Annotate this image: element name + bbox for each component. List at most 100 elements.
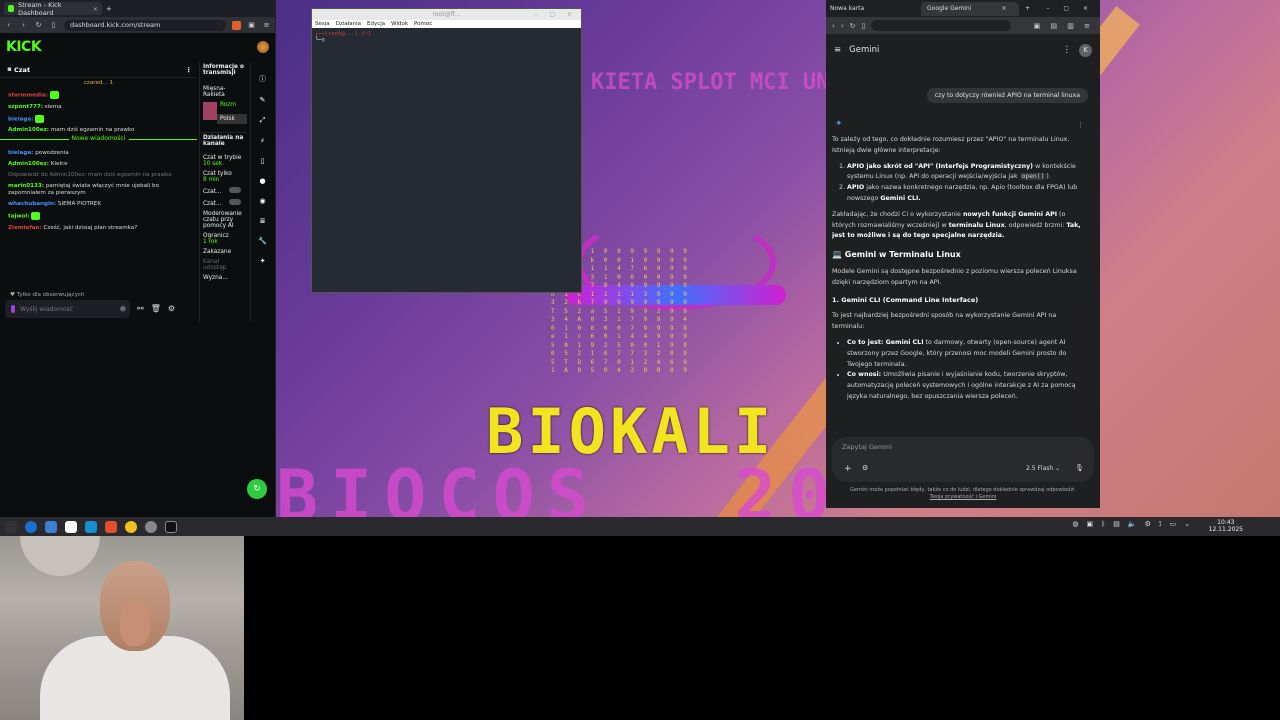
chat-options-icon[interactable]: ⋮ [186,66,193,74]
network-icon[interactable]: ◍ [1072,520,1078,529]
limit-item[interactable]: Ogranicz 1 rok [200,231,247,247]
response-options-icon[interactable]: ⋮ [1077,121,1084,129]
hamburger-icon[interactable]: ≡ [834,45,841,55]
toolbar-icons[interactable]: ▣ ▤ ▥ ≡ [1034,22,1094,30]
terminal-window[interactable]: root@ff... – ▢ × Sesja Działania Edycja … [311,8,582,293]
info-icon[interactable]: ⓘ [251,74,274,84]
emote-mode-toggle[interactable]: Czat... [200,185,247,197]
terminal-prompt[interactable]: ┌──(root@...)-[~] └─▯ [312,28,581,46]
chat-bubble-icon[interactable]: ● [251,177,274,185]
start-menu-icon[interactable] [5,520,17,533]
menu-actions[interactable]: Działania [336,21,361,27]
new-tab-button[interactable]: + [106,5,112,13]
close-tab-icon[interactable]: × [1001,5,1006,12]
chat-username[interactable]: stormmedia: [8,93,48,99]
back-icon[interactable]: ‹ [832,22,835,30]
reload-icon[interactable]: ↻ [34,21,43,30]
chat-username[interactable]: tajwol: [8,214,30,220]
list-icon[interactable]: ≣ [251,217,274,225]
tools-icon[interactable]: ⚙ [862,464,868,472]
chat-username[interactable]: Ziemiefan: [8,225,42,231]
chat-message[interactable]: whachubangin: SIEMA PIOTREK [0,199,197,210]
toggle-switch[interactable] [229,199,242,205]
forward-icon[interactable]: › [19,21,28,30]
tab-google-gemini[interactable]: Google Gemini × [921,1,1019,16]
sub-mode-toggle[interactable]: Czat... [200,197,247,209]
chat-message[interactable]: stormmedia: [0,89,197,102]
chat-message[interactable]: Odpowiedź do Admin100ez: mam dziś egzami… [0,170,197,181]
model-selector[interactable]: 2.5 Flash ⌄ [1026,465,1060,472]
window-controls[interactable]: – ▢ × [534,11,577,18]
terminal-titlebar[interactable]: root@ff... – ▢ × [312,9,581,20]
menu-edit[interactable]: Edycja [367,21,385,27]
privacy-link[interactable]: Twoja prywatność i Gemini [826,494,1100,501]
brave-shield-icon[interactable] [232,20,241,30]
phone-icon[interactable]: ▯ [251,157,274,165]
menu-view[interactable]: Widok [391,21,408,27]
wrench-icon[interactable]: 🔧 [251,237,274,245]
clipboard-icon[interactable]: ▤ [1113,520,1120,529]
trash-icon[interactable]: 🗑 [151,304,161,313]
forward-icon[interactable]: › [841,22,844,30]
followers-mode-item[interactable]: Czat tylko 8 min [200,169,247,185]
close-tab-icon[interactable]: × [93,5,98,13]
expand-icon[interactable]: ⤢ [251,116,274,125]
address-bar[interactable]: dashboard.kick.com/stream [64,19,226,31]
settings-icon[interactable]: ⚙ [168,304,175,313]
tab-kick-dashboard[interactable]: Stream - Kick Dashboard × [4,1,102,17]
avatar[interactable] [257,40,269,53]
window-controls[interactable]: – ▢ × [1046,5,1094,12]
links-icon[interactable]: ⚯ [137,304,144,313]
chevron-down-icon[interactable]: ⌄ [1184,520,1190,529]
mic-icon[interactable]: 🎙 [1075,464,1084,472]
language-tag[interactable]: Polsk [217,114,247,124]
chat-username[interactable]: bielaga: [8,116,33,122]
extensions-icon[interactable]: ▣ [247,21,256,30]
highlight-item[interactable]: Wyzna... [200,273,247,283]
chat-message[interactable]: szpont777: siema [0,102,197,113]
chat-input[interactable]: Wyślij wiadomość ☻ [5,300,130,318]
clock[interactable]: 10:43 12.11.2025 [1209,519,1243,533]
kick-logo[interactable]: KICK [6,39,42,55]
emoji-icon[interactable]: ☻ [120,306,126,313]
toggle-switch[interactable] [229,187,242,193]
back-icon[interactable]: ‹ [4,21,13,30]
bookmark-icon[interactable]: ▯ [49,21,58,30]
chat-message[interactable]: tajwol: [0,210,197,223]
volume-icon[interactable]: 🔈 [1128,520,1137,529]
record-icon[interactable]: ▣ [1086,520,1093,529]
chat-username[interactable]: Admin100ez: [8,127,49,133]
bolt-icon[interactable]: ⚡ [251,137,274,145]
brave-icon[interactable] [105,520,117,533]
chat-username[interactable]: bielaga: [8,150,33,156]
chat-message[interactable]: bielaga: powodzenia [0,148,197,159]
broadcast-icon[interactable]: ◉ [251,197,274,205]
bookmark-icon[interactable]: ▯ [862,22,866,30]
terminal-icon[interactable] [165,520,177,533]
address-bar[interactable] [871,20,1012,31]
chat-message[interactable]: bielaga: [0,113,197,126]
new-tab-button[interactable]: + [1025,5,1030,12]
puzzle-icon[interactable]: ✦ [251,257,274,265]
account-avatar[interactable]: K [1079,43,1092,57]
wifi-icon[interactable]: ⟟ [1159,520,1162,529]
chat-username[interactable]: szpont777: [8,104,43,110]
more-options-icon[interactable]: ⋮ [1063,45,1072,55]
slow-mode-item[interactable]: Czat w trybie 10 sek. [200,153,247,169]
menu-help[interactable]: Pomoc [414,21,432,27]
kali-dragon-icon[interactable] [85,520,97,533]
pinned-message[interactable]: czared... 1 [0,78,197,89]
prompt-input[interactable]: Zapytaj Gemini + ⚙ 2.5 Flash ⌄ 🎙 [832,437,1094,482]
tab-new-tab[interactable]: Nowa karta [830,5,915,12]
edit-icon[interactable]: ✎ [251,96,274,104]
settings-gear-icon[interactable] [145,520,157,533]
folder-icon[interactable] [65,520,77,533]
chat-message[interactable]: Admin100ez: Kiełce [0,159,197,170]
banned-item[interactable]: Zakazane [200,247,247,257]
chat-message[interactable]: marin0133: pamiętaj świata włączyć mnie … [0,181,197,199]
ai-moderation-item[interactable]: Moderowanie czatu przy pomocy AI [200,209,247,231]
menu-icon[interactable]: ≡ [262,21,271,30]
display-icon[interactable]: ▭ [1170,520,1177,529]
chat-username[interactable]: Admin100ez: [8,161,49,167]
app-w-icon[interactable] [125,520,137,533]
